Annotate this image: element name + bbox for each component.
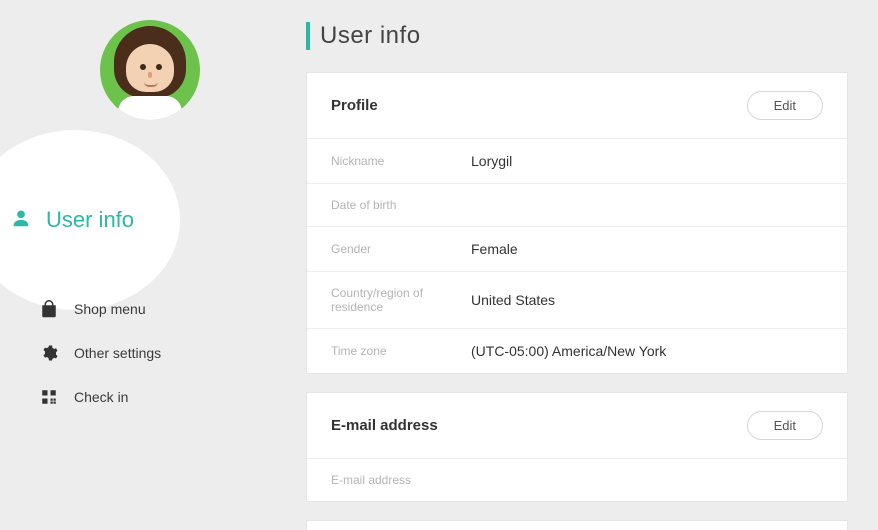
sidebar: User info Shop menu Other settings C xyxy=(0,0,300,530)
profile-row-timezone: Time zone (UTC-05:00) America/New York xyxy=(307,328,847,373)
field-value: United States xyxy=(471,292,555,308)
field-value: (UTC-05:00) America/New York xyxy=(471,343,666,359)
gear-icon xyxy=(40,344,58,362)
email-row: E-mail address xyxy=(307,458,847,501)
sidebar-item-user-info[interactable]: User info xyxy=(0,130,180,310)
user-icon xyxy=(10,207,32,234)
userid-card: User ID Edit xyxy=(306,520,848,530)
profile-row-country: Country/region of residence United State… xyxy=(307,271,847,328)
field-value: Female xyxy=(471,241,518,257)
sidebar-item-label: User info xyxy=(46,207,134,233)
email-heading: E-mail address xyxy=(331,417,438,434)
sidebar-item-label: Shop menu xyxy=(74,301,146,317)
page-title: User info xyxy=(320,22,421,50)
sidebar-item-other-settings[interactable]: Other settings xyxy=(40,344,161,362)
title-accent-bar xyxy=(306,22,310,50)
profile-row-gender: Gender Female xyxy=(307,226,847,271)
bag-icon xyxy=(40,300,58,318)
field-label: Time zone xyxy=(331,344,471,358)
sidebar-item-check-in[interactable]: Check in xyxy=(40,388,161,406)
field-label: E-mail address xyxy=(331,473,471,487)
profile-row-dob: Date of birth xyxy=(307,183,847,226)
sidebar-item-label: Check in xyxy=(74,389,128,405)
email-card: E-mail address Edit E-mail address xyxy=(306,392,848,502)
field-label: Nickname xyxy=(331,154,471,168)
qr-icon xyxy=(40,388,58,406)
field-label: Gender xyxy=(331,242,471,256)
main-content: User info Profile Edit Nickname Lorygil … xyxy=(300,0,878,530)
profile-card: Profile Edit Nickname Lorygil Date of bi… xyxy=(306,72,848,374)
edit-profile-button[interactable]: Edit xyxy=(747,91,823,120)
sidebar-item-shop-menu[interactable]: Shop menu xyxy=(40,300,161,318)
profile-row-nickname: Nickname Lorygil xyxy=(307,138,847,183)
edit-email-button[interactable]: Edit xyxy=(747,411,823,440)
field-value: Lorygil xyxy=(471,153,512,169)
field-label: Date of birth xyxy=(331,198,471,212)
field-label: Country/region of residence xyxy=(331,286,471,314)
avatar-container xyxy=(0,20,300,120)
profile-heading: Profile xyxy=(331,97,378,114)
avatar[interactable] xyxy=(100,20,200,120)
sidebar-item-label: Other settings xyxy=(74,345,161,361)
